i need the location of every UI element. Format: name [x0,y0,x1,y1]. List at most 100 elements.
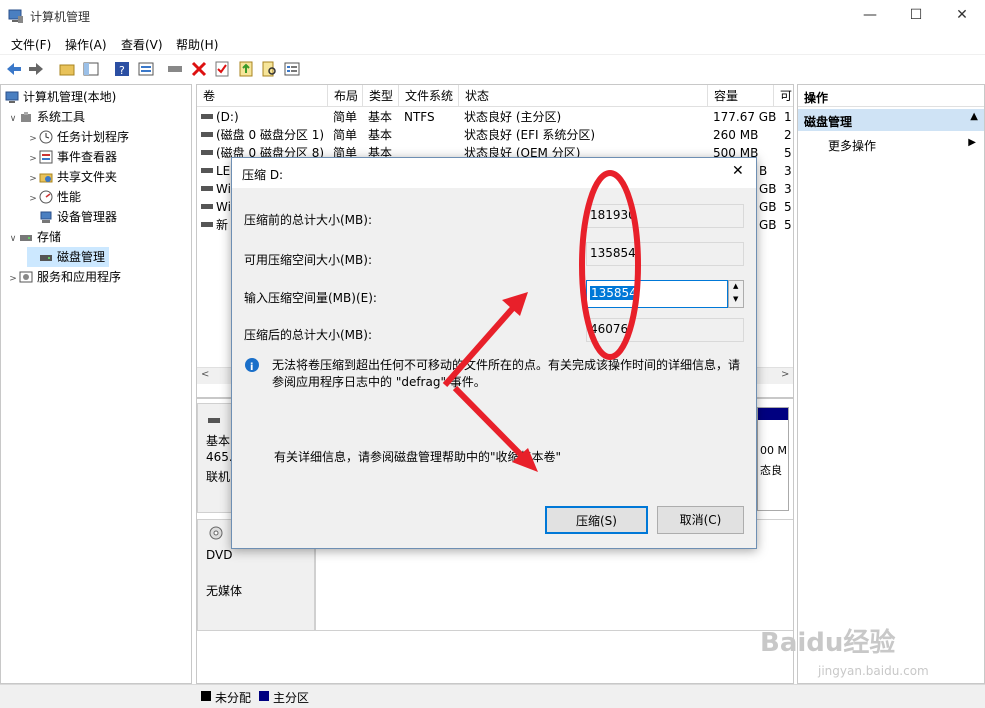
close-button[interactable]: ✕ [939,0,985,32]
watermark-logo: Baidu经验 [760,628,896,658]
cell-status: 状态良好 (EFI 系统分区) [464,128,596,142]
table-row-volume[interactable]: Wi [201,180,231,198]
column-header-layout[interactable]: 布局 [328,85,363,107]
up-folder-icon[interactable] [58,60,76,78]
dialog-close-button[interactable]: ✕ [732,163,744,179]
event-viewer-icon [39,150,53,164]
column-header-free[interactable]: 可 [774,85,793,107]
toolbar: ? [0,54,985,82]
computer-icon [5,91,19,103]
cell-capacity: GB [759,200,777,214]
expand-icon[interactable]: > [27,129,39,149]
properties-icon[interactable] [137,60,155,78]
cell-layout: 简单 [333,110,358,124]
cell-volume: (磁盘 0 磁盘分区 1) [216,128,325,142]
cell-type: 基本 [368,128,393,142]
primary-partition-bar [758,408,788,420]
shrink-amount-input[interactable]: 135854 [586,280,728,308]
table-row-volume[interactable]: Wi [201,198,231,216]
tree-item-computer-management[interactable]: 计算机管理(本地) [5,87,116,107]
cell-free: 1 [784,110,792,124]
tree-item-device-manager[interactable]: 设备管理器 [27,207,117,227]
cell-volume: Wi [216,200,231,214]
back-arrow-icon[interactable] [5,60,23,78]
submenu-arrow-icon: ▶ [968,137,976,148]
more-actions-item[interactable]: 更多操作 ▶ [798,135,984,155]
tree-item-disk-management[interactable]: 磁盘管理 [27,247,110,267]
performance-icon [39,190,53,204]
tree-item-shared-folders[interactable]: > 共享文件夹 [27,167,117,187]
tree-label: 服务和应用程序 [37,270,122,284]
tree-item-storage[interactable]: ∨ 存储 [7,227,61,247]
delete-icon[interactable] [190,60,208,78]
disk-status: 联机 [206,470,231,484]
shrink-amount-spinner[interactable]: ▲ ▼ [728,280,744,308]
cell-free: 5 [784,146,792,160]
column-header-capacity[interactable]: 容量 [708,85,774,107]
table-row-volume[interactable]: (D:) [201,108,328,126]
collapse-up-icon[interactable]: ▲ [970,111,978,122]
cell-capacity: 177.67 GB [713,110,777,124]
disk-management-icon [40,255,52,261]
menu-action[interactable]: 操作(A) [65,36,107,53]
collapse-icon[interactable]: ∨ [7,229,19,249]
search-icon[interactable] [260,60,278,78]
menu-view[interactable]: 查看(V) [121,36,163,53]
partition-block[interactable]: 00 M 态良 [757,407,789,511]
tree-label: 共享文件夹 [57,170,118,184]
cell-volume: 新 [216,218,229,232]
connect-icon[interactable] [166,60,184,78]
cell-free: 3 [784,164,792,178]
show-hide-tree-icon[interactable] [82,60,100,78]
check-icon[interactable] [213,60,231,78]
tree-item-services-and-applications[interactable]: > 服务和应用程序 [7,267,121,287]
computer-management-icon [8,9,23,23]
minimize-button[interactable]: — [847,0,893,32]
tree-item-performance[interactable]: > 性能 [27,187,81,207]
expand-icon[interactable]: > [27,189,39,209]
section-label: 磁盘管理 [804,115,853,129]
tree-item-task-scheduler[interactable]: > 任务计划程序 [27,127,129,147]
clock-icon [39,130,53,144]
table-row-volume[interactable]: 新 [201,216,228,234]
list-view-icon[interactable] [283,60,301,78]
table-row-volume[interactable]: LE [201,162,230,180]
disk-size: 465. [206,450,233,464]
column-header-filesystem[interactable]: 文件系统 [399,85,459,107]
tree-item-event-viewer[interactable]: > 事件查看器 [27,147,117,167]
actions-section-disk-management[interactable]: 磁盘管理 ▲ [798,109,984,131]
cancel-button[interactable]: 取消(C) [657,506,744,534]
maximize-button[interactable]: ☐ [893,0,939,32]
help-link-text[interactable]: 有关详细信息，请参阅磁盘管理帮助中的"收缩基本卷" [274,448,561,465]
info-icon: i [245,358,259,373]
menu-file[interactable]: 文件(F) [11,36,51,53]
expand-icon[interactable]: > [27,169,39,189]
tree-item-system-tools[interactable]: ∨ 系统工具 [7,107,85,127]
tree-label: 事件查看器 [57,150,118,164]
dvd-label: DVD [206,548,233,562]
cell-volume: LE [216,164,231,178]
export-icon[interactable] [237,60,255,78]
expand-icon[interactable]: > [27,149,39,169]
column-header-volume[interactable]: 卷 [197,85,328,107]
table-row-volume[interactable]: (磁盘 0 磁盘分区 1) [201,126,328,144]
dialog-title: 压缩 D: [242,168,284,182]
column-header-status[interactable]: 状态 [459,85,708,107]
cell-capacity: GB [759,182,777,196]
shrink-amount-value: 135854 [590,286,638,300]
forward-arrow-icon[interactable] [27,60,45,78]
column-header-type[interactable]: 类型 [363,85,399,107]
spin-up-icon[interactable]: ▲ [733,282,738,290]
expand-icon[interactable]: > [7,269,19,289]
label-available-shrink: 可用压缩空间大小(MB): [244,253,372,267]
dialog-title-bar: 压缩 D: ✕ [232,158,756,188]
scroll-right-icon[interactable]: > [781,369,789,380]
scroll-left-icon[interactable]: < [201,369,209,380]
shrink-button[interactable]: 压缩(S) [545,506,648,534]
actions-header: 操作 [798,85,984,107]
menu-help[interactable]: 帮助(H) [176,36,218,53]
spin-down-icon[interactable]: ▼ [733,295,738,303]
help-icon[interactable]: ? [113,60,131,78]
collapse-icon[interactable]: ∨ [7,109,19,129]
cell-status: 状态良好 (主分区) [464,110,562,124]
